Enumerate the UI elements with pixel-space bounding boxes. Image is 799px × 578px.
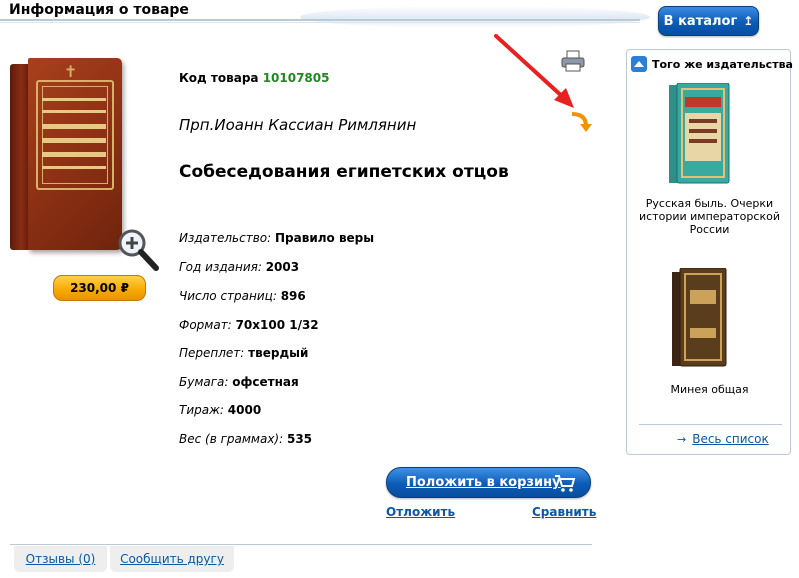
up-arrow-icon: ↥ (743, 14, 754, 28)
postpone-link[interactable]: Отложить (386, 505, 455, 519)
print-icon[interactable] (561, 50, 585, 72)
sidebar-arrow-icon (631, 56, 647, 72)
add-to-cart-button[interactable]: Положить в корзину (386, 467, 591, 498)
product-author: Прп.Иоанн Кассиан Римлянин (179, 116, 417, 134)
sidebar-book-image[interactable] (667, 83, 731, 185)
spec-format: Формат: 70х100 1/32 (179, 318, 319, 332)
header: Информация о товаре В каталог ↥ (0, 0, 799, 36)
catalog-button-label: В каталог (663, 13, 738, 29)
spec-binding: Переплет: твердый (179, 346, 309, 360)
spec-print-run: Тираж: 4000 (179, 403, 262, 417)
header-divider-secondary (0, 22, 640, 23)
add-to-cart-label: Положить в корзину (406, 475, 561, 490)
header-decoration (300, 6, 650, 28)
sidebar-book-caption[interactable]: Минея общая (633, 383, 786, 396)
spec-weight: Вес (в граммах): 535 (179, 432, 313, 446)
sidebar-book-caption[interactable]: Русская быль. Очерки истории императорск… (633, 197, 786, 236)
tab-reviews[interactable]: Отзывы (0) (14, 546, 107, 572)
page-title: Информация о товаре (9, 2, 189, 18)
spec-year: Год издания: 2003 (179, 260, 300, 274)
compare-link[interactable]: Сравнить (532, 505, 596, 519)
cover-frame (36, 80, 114, 190)
sidebar-book-image[interactable] (670, 268, 728, 368)
catalog-button[interactable]: В каталог ↥ (658, 6, 759, 36)
product-code-label: Код товара (179, 71, 259, 85)
product-code: Код товара 10107805 (179, 71, 329, 85)
sidebar-title: Того же издательства (652, 57, 793, 71)
sidebar-divider (639, 424, 782, 425)
product-title: Собеседования египетских отцов (179, 162, 509, 182)
sidebar-header: Того же издательства (631, 56, 793, 72)
zoom-icon[interactable] (112, 225, 162, 275)
spec-publisher: Издательство: Правило веры (179, 231, 375, 245)
book-cover: ✝ (28, 58, 122, 250)
same-publisher-sidebar: Того же издательства Русская быль. Очерк… (626, 49, 793, 455)
tabs-divider (10, 544, 592, 545)
cart-icon (555, 475, 576, 492)
arrow-right-icon: → (677, 432, 687, 446)
header-divider (0, 19, 640, 21)
view-all-link[interactable]: → Весь список (677, 432, 769, 446)
product-image[interactable]: ✝ (10, 58, 122, 252)
spec-paper: Бумага: офсетная (179, 375, 299, 389)
product-code-value: 10107805 (262, 71, 330, 85)
cross-ornament: ✝ (64, 62, 78, 81)
tab-tell-friend[interactable]: Сообщить другу (110, 546, 234, 572)
price-badge: 230,00 ₽ (53, 275, 146, 301)
spec-pages: Число страниц: 896 (179, 289, 306, 303)
